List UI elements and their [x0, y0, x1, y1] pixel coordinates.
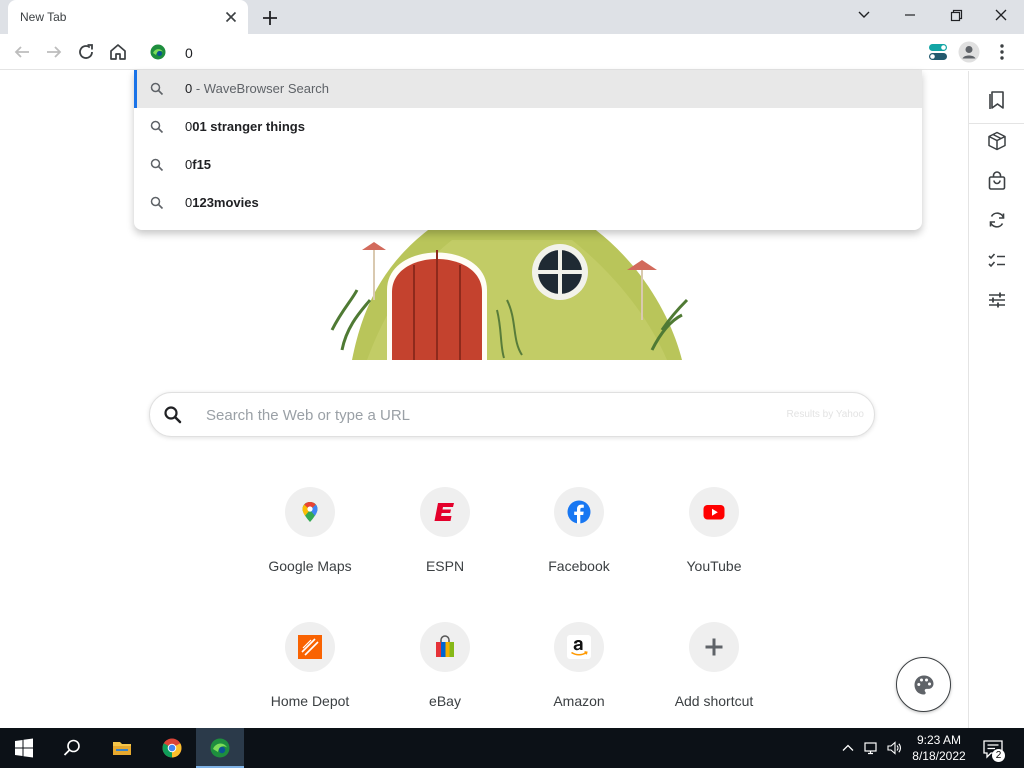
taskbar-search-button[interactable] [48, 728, 96, 768]
shortcut-label: Google Maps [268, 558, 352, 574]
facebook-icon [567, 500, 591, 524]
suggestion-item[interactable]: 0 - WaveBrowser Search [134, 70, 922, 108]
shopping-bag-icon [436, 635, 454, 657]
folder-icon [113, 742, 131, 755]
omnibox-suggestions: 0 - WaveBrowser Search 001 stranger thin… [134, 70, 922, 230]
reload-icon[interactable] [75, 41, 97, 63]
address-bar[interactable]: 0 [144, 36, 922, 68]
palette-icon [914, 675, 934, 695]
shortcut-espn[interactable]: ESPN [390, 487, 500, 597]
wavebrowser-logo-icon [210, 738, 230, 758]
shortcut-tile [285, 622, 335, 672]
address-bar-text: 0 [185, 45, 193, 61]
youtube-icon [703, 505, 725, 520]
suggestion-text: 0123movies [185, 195, 259, 210]
clock-time: 9:23 AM [916, 733, 962, 747]
shortcut-google-maps[interactable]: Google Maps [255, 487, 365, 597]
bookmarks-icon[interactable] [986, 89, 1008, 111]
minimize-icon[interactable] [896, 4, 924, 26]
windows-logo-icon [15, 738, 33, 758]
back-arrow-icon[interactable] [11, 41, 33, 63]
shortcut-facebook[interactable]: Facebook [524, 487, 634, 597]
forward-arrow-icon[interactable] [43, 41, 65, 63]
sliders-settings-icon[interactable] [986, 289, 1008, 311]
chrome-icon [162, 738, 182, 758]
shortcut-ebay[interactable]: eBay [390, 622, 500, 732]
search-icon [150, 158, 164, 172]
taskbar-clock[interactable]: 9:23 AM 8/18/2022 [906, 732, 972, 764]
shortcut-tile [689, 622, 739, 672]
sync-icon[interactable] [986, 209, 1008, 231]
windows-taskbar: 9:23 AM 8/18/2022 2 [0, 728, 1024, 768]
close-icon[interactable] [222, 8, 240, 26]
tab-search-chevron-icon[interactable] [850, 4, 878, 26]
profile-avatar-icon[interactable] [958, 41, 980, 63]
search-icon[interactable] [163, 405, 183, 425]
suggestion-text: 0 - WaveBrowser Search [185, 81, 330, 96]
checklist-icon[interactable] [986, 249, 1008, 271]
tab-new-tab[interactable]: New Tab [8, 0, 248, 34]
package-box-icon[interactable] [986, 130, 1008, 152]
taskbar-chrome[interactable] [148, 728, 196, 768]
notification-count-badge: 2 [992, 749, 1005, 762]
home-icon[interactable] [107, 41, 129, 63]
clock-date: 8/18/2022 [912, 749, 966, 763]
taskbar-wavebrowser[interactable] [196, 728, 244, 768]
shortcut-label: YouTube [686, 558, 742, 574]
kebab-menu-icon[interactable] [994, 42, 1010, 62]
search-icon [150, 82, 164, 96]
shortcut-tile [554, 487, 604, 537]
search-icon [150, 196, 164, 210]
map-pin-icon [302, 502, 318, 522]
espn-logo-icon [434, 503, 454, 521]
wavebrowser-logo-icon [150, 44, 166, 60]
suggestion-text: 001 stranger things [185, 119, 305, 134]
volume-icon[interactable] [886, 740, 902, 756]
suggestion-item[interactable]: 0123movies [134, 184, 922, 222]
home-depot-icon [298, 635, 322, 659]
suggestion-text: 0f15 [185, 157, 212, 172]
shortcut-youtube[interactable]: YouTube [659, 487, 769, 597]
web-search-box: Results by Yahoo [149, 392, 875, 437]
shortcut-label: ESPN [425, 558, 465, 574]
customize-theme-button[interactable] [896, 657, 951, 712]
start-button[interactable] [0, 728, 48, 768]
shortcut-label: Add shortcut [674, 693, 754, 709]
fairy-house-illustration [330, 230, 689, 360]
search-icon [150, 120, 164, 134]
new-tab-plus-icon[interactable] [260, 8, 280, 28]
shortcut-home-depot[interactable]: Home Depot [255, 622, 365, 732]
amazon-icon [567, 635, 591, 659]
network-icon[interactable] [863, 740, 879, 756]
add-shortcut-button[interactable]: Add shortcut [659, 622, 769, 732]
shopping-bag-icon[interactable] [986, 170, 1008, 192]
shortcut-label: Facebook [548, 558, 610, 574]
side-panel [968, 71, 1024, 728]
shortcut-label: Home Depot [270, 693, 350, 709]
tab-title: New Tab [20, 10, 67, 24]
close-window-icon[interactable] [987, 4, 1015, 26]
shortcut-tile [689, 487, 739, 537]
tab-strip: New Tab [0, 0, 1024, 34]
side-panel-divider [969, 123, 1024, 124]
results-by-label: Results by Yahoo [786, 409, 864, 420]
suggestion-item[interactable]: 001 stranger things [134, 108, 922, 146]
search-icon [63, 739, 80, 756]
suggestion-item[interactable]: 0f15 [134, 146, 922, 184]
shortcut-label: Amazon [553, 693, 605, 709]
taskbar-file-explorer[interactable] [98, 728, 146, 768]
chevron-up-icon[interactable] [840, 740, 856, 756]
shortcut-tile [554, 622, 604, 672]
shortcut-tile [285, 487, 335, 537]
web-search-input[interactable] [206, 403, 766, 427]
shortcut-label: eBay [429, 693, 461, 709]
browser-toolbar: 0 [0, 34, 1024, 70]
shortcut-amazon[interactable]: Amazon [524, 622, 634, 732]
extension-toggle-icon[interactable] [928, 42, 948, 62]
shortcut-tile [420, 622, 470, 672]
plus-icon [705, 638, 723, 656]
restore-icon[interactable] [942, 4, 970, 26]
shortcut-tile [420, 487, 470, 537]
